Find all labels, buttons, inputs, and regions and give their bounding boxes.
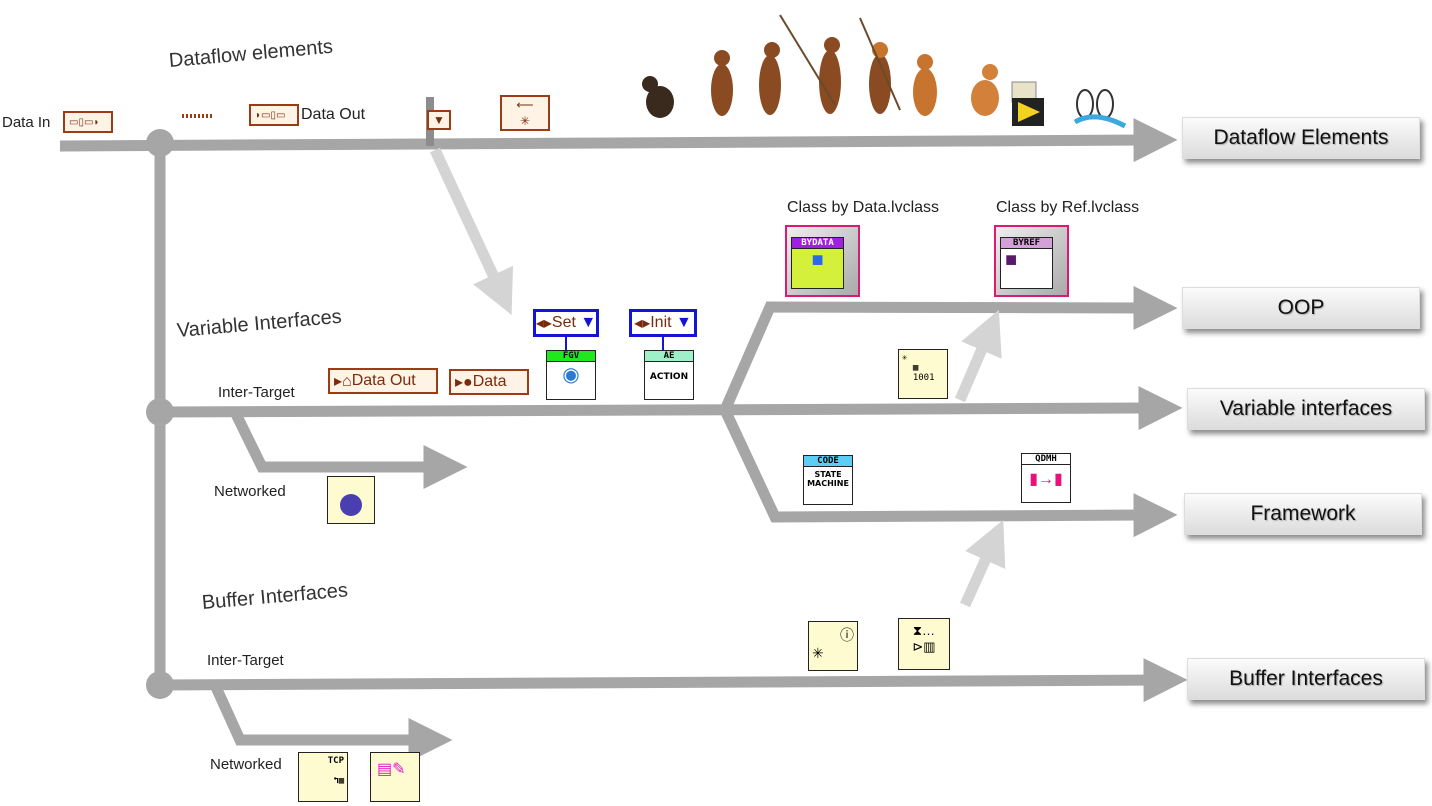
network-stream-writer-icon: ▤✎ (370, 752, 420, 802)
data-out-indicator-icon: ◗▭▯▭ (249, 104, 299, 126)
data-in-control-icon: ▭▯▭◗ (63, 111, 113, 133)
dvr-file-icon: ✳ ▦ 1001 (898, 349, 948, 399)
class-by-ref-label: Class by Ref.lvclass (996, 199, 1140, 216)
wire-var-networked (230, 409, 468, 489)
state-machine-icon: CODE STATE MACHINE (803, 455, 853, 505)
global-variable: ▸● Data (449, 369, 529, 395)
buf-networked-label: Networked (210, 756, 282, 773)
fgv-vi-icon: FGV ◉ (546, 350, 596, 400)
queue-icon: ⧗… ⊳▥ (898, 618, 950, 670)
shared-variable-icon (327, 476, 375, 524)
wire-to-framework (959, 519, 1006, 608)
fgv-enum-constant: ◂▸ Set ▼ (533, 309, 599, 337)
ae-enum-constant: ◂▸ Init ▼ (629, 309, 697, 337)
shift-register-icon: ▼ (427, 110, 451, 130)
house-icon: ▸⌂ (334, 373, 352, 390)
eyes-icon (1073, 89, 1127, 129)
wire-dataflow (59, 118, 1178, 163)
wire-buffer (159, 658, 1188, 703)
notifier-icon: ⓘ ✳ (808, 621, 858, 671)
var-inter-target-label: Inter-Target (218, 384, 295, 401)
ae-vi-icon: AE ACTION (644, 350, 694, 400)
tcp-icon: TCP ↰▦ (298, 752, 348, 802)
feedback-node-icon: ⟵ ✳ (500, 95, 550, 131)
junction-buffer (146, 671, 174, 699)
buf-inter-target-label: Inter-Target (207, 652, 284, 669)
data-out-label: Data Out (301, 106, 366, 123)
evolution-illustration (642, 14, 1037, 118)
junction-variable (146, 398, 174, 426)
diagram-canvas: Dataflow elements Variable Interfaces Bu… (0, 0, 1432, 806)
class-by-ref-icon: BYREF ■ (994, 225, 1069, 297)
class-by-data-label: Class by Data.lvclass (787, 199, 940, 216)
junction-dataflow (146, 129, 174, 157)
globe-icon: ▸● (455, 374, 473, 391)
qdmh-icon: QDMH ▮→▮ (1021, 453, 1071, 503)
var-networked-label: Networked (214, 483, 286, 500)
wire-to-oop (954, 309, 1002, 403)
dest-dataflow-elements: Dataflow Elements (1182, 117, 1420, 159)
wire-framework (720, 407, 1178, 538)
wire (662, 337, 664, 351)
dest-buffer-interfaces: Buffer Interfaces (1187, 658, 1425, 700)
data-in-label: Data In (2, 114, 51, 131)
dest-variable-interfaces: Variable interfaces (1187, 388, 1425, 430)
wire-to-variable (430, 147, 514, 315)
wire-segment-icon (182, 114, 212, 118)
cube-icon: ■ (811, 249, 824, 271)
dest-framework: Framework (1184, 493, 1422, 535)
wire-variable (159, 386, 1183, 431)
wire (565, 337, 567, 351)
cube-icon: ■ (1005, 249, 1018, 271)
class-by-data-icon: BYDATA ■ (785, 225, 860, 297)
wire-buf-networked (209, 682, 453, 762)
dest-oop: OOP (1182, 287, 1420, 329)
local-variable: ▸⌂ Data Out (328, 368, 438, 394)
